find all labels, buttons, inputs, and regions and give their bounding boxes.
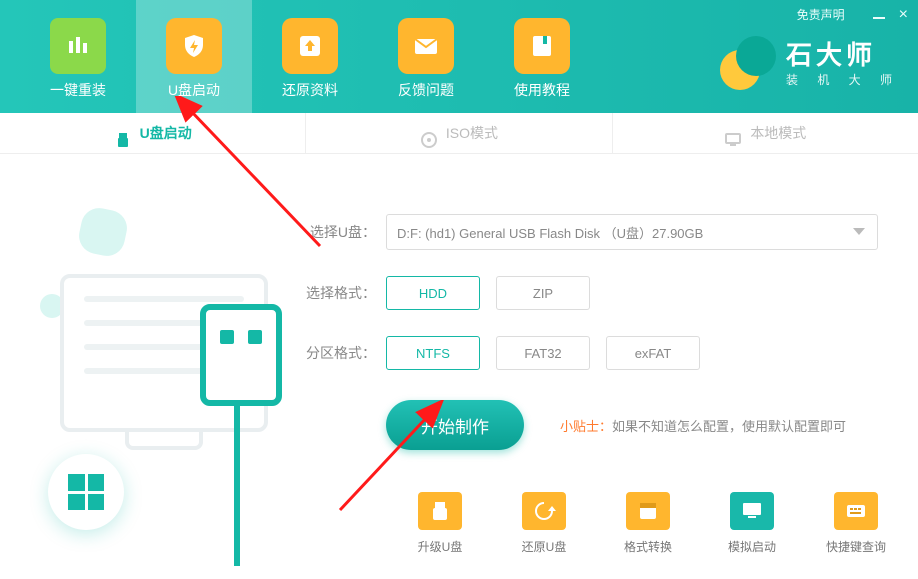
start-create-button[interactable]: 开始制作 [386,400,524,450]
partition-format-option-exfat[interactable]: exFAT [606,336,700,370]
disk-select-value: D:F: (hd1) General USB Flash Disk （U盘）27… [397,223,703,242]
mail-icon [398,18,454,74]
tool-icon [730,492,774,530]
tool-3[interactable]: 模拟启动 [716,492,788,555]
partition-format-option-fat32[interactable]: FAT32 [496,336,590,370]
tool-4[interactable]: 快捷键查询 [820,492,892,555]
chevron-down-icon [853,228,865,235]
nav-label: 还原资料 [252,80,368,100]
tip-tag: 小贴士： [560,419,612,434]
tool-label: 快捷键查询 [820,538,892,555]
tool-2[interactable]: 格式转换 [612,492,684,555]
nav-label: 使用教程 [484,80,600,100]
brand-tagline: 装 机 大 师 [786,74,900,87]
brand-name: 石大师 [786,41,900,70]
tool-label: 格式转换 [612,538,684,555]
subtab-label: ISO模式 [446,113,498,153]
brand-logo: 石大师 装 机 大 师 [720,36,900,92]
tool-0[interactable]: 升级U盘 [404,492,476,555]
nav-usb-boot[interactable]: U盘启动 [136,0,252,113]
tool-label: 模拟启动 [716,538,788,555]
partition-format-label: 分区格式： [300,343,376,363]
subtab-local[interactable]: 本地模式 [613,113,918,153]
monitor-icon [724,124,742,142]
shield-bolt-icon [166,18,222,74]
close-button[interactable]: × [899,9,908,21]
illustration [0,154,300,579]
nav-tutorial[interactable]: 使用教程 [484,0,600,113]
subtab-label: 本地模式 [750,113,806,153]
tool-label: 还原U盘 [508,538,580,555]
book-icon [514,18,570,74]
minimize-button[interactable] [859,8,885,22]
tool-icon [834,492,878,530]
partition-format-option-ntfs[interactable]: NTFS [386,336,480,370]
nav-label: 反馈问题 [368,80,484,100]
boot-format-label: 选择格式： [300,283,376,303]
subtab-iso[interactable]: ISO模式 [306,113,612,153]
tool-1[interactable]: 还原U盘 [508,492,580,555]
subtab-usb-boot[interactable]: U盘启动 [0,113,306,153]
bars-icon [50,18,106,74]
nav-reinstall[interactable]: 一键重装 [20,0,136,113]
nav-feedback[interactable]: 反馈问题 [368,0,484,113]
nav-label: U盘启动 [136,80,252,100]
windows-badge-icon [48,454,124,530]
subtab-label: U盘启动 [140,113,192,153]
iso-icon [420,124,438,142]
logo-mark-icon [720,36,776,92]
tool-icon [418,492,462,530]
disk-label: 选择U盘： [300,222,376,242]
tool-label: 升级U盘 [404,538,476,555]
boot-format-option-zip[interactable]: ZIP [496,276,590,310]
disk-select[interactable]: D:F: (hd1) General USB Flash Disk （U盘）27… [386,214,878,250]
boot-format-option-hdd[interactable]: HDD [386,276,480,310]
tool-icon [522,492,566,530]
nav-label: 一键重装 [20,80,136,100]
tip-text: 小贴士：如果不知道怎么配置，使用默认配置即可 [560,416,846,435]
upload-box-icon [282,18,338,74]
tool-icon [626,492,670,530]
nav-restore[interactable]: 还原资料 [252,0,368,113]
usb-icon [114,124,132,142]
disclaimer-link[interactable]: 免责声明 [797,6,845,23]
